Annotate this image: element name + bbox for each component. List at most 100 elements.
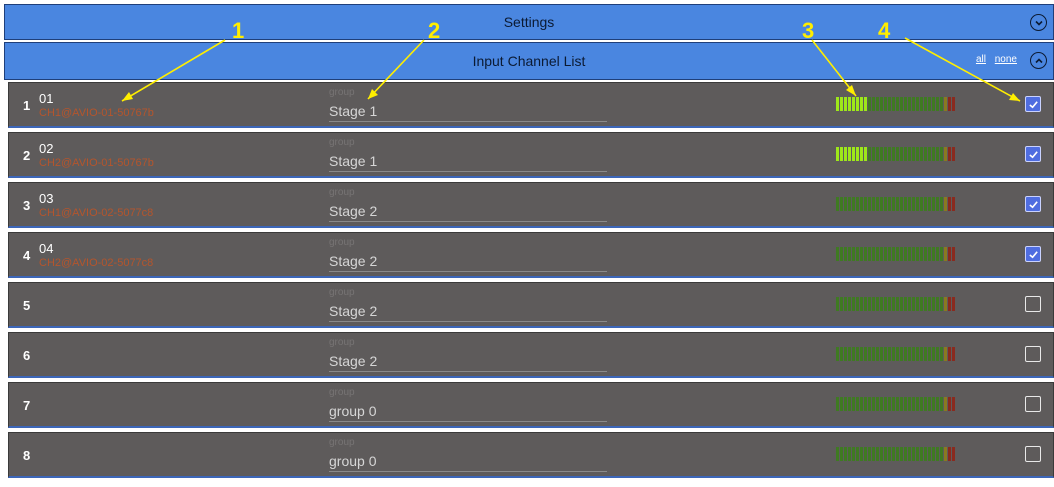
channel-checkbox[interactable]: [1025, 96, 1041, 112]
channel-source: CH2@AVIO-01-50767b: [39, 157, 154, 169]
meter-segment: [916, 97, 919, 111]
channel-checkbox[interactable]: [1025, 196, 1041, 212]
channel-name: 03: [39, 191, 54, 206]
meter-segment: [836, 447, 839, 461]
channel-checkbox[interactable]: [1025, 346, 1041, 362]
meter-segment: [892, 97, 895, 111]
channel-checkbox[interactable]: [1025, 446, 1041, 462]
level-meter: [836, 297, 964, 311]
level-meter: [836, 447, 964, 461]
meter-segment: [880, 447, 883, 461]
channel-row[interactable]: 8 group group 0: [8, 432, 1054, 478]
meter-segment: [888, 147, 891, 161]
channel-checkbox[interactable]: [1025, 146, 1041, 162]
annotation-1: 1: [232, 18, 245, 43]
meter-segment: [844, 247, 847, 261]
meter-segment: [928, 147, 931, 161]
meter-segment: [852, 447, 855, 461]
meter-segment: [852, 197, 855, 211]
group-field[interactable]: Stage 2: [329, 303, 607, 322]
annotation-3: 3: [802, 18, 815, 43]
channel-row[interactable]: 5 group Stage 2: [8, 282, 1054, 328]
channel-row[interactable]: 4 04 CH2@AVIO-02-5077c8 group Stage 2: [8, 232, 1054, 278]
meter-segment: [916, 347, 919, 361]
meter-segment: [888, 447, 891, 461]
meter-segment: [932, 347, 935, 361]
meter-segment: [904, 347, 907, 361]
meter-segment: [952, 397, 955, 411]
meter-segment: [868, 147, 871, 161]
meter-segment: [908, 347, 911, 361]
channel-checkbox[interactable]: [1025, 246, 1041, 262]
group-field[interactable]: group 0: [329, 453, 607, 472]
meter-segment: [896, 347, 899, 361]
meter-segment: [836, 97, 839, 111]
meter-segment: [876, 397, 879, 411]
meter-segment: [896, 397, 899, 411]
group-field[interactable]: Stage 2: [329, 353, 607, 372]
meter-segment: [856, 447, 859, 461]
meter-segment: [840, 347, 843, 361]
meter-segment: [868, 297, 871, 311]
meter-segment: [868, 247, 871, 261]
meter-segment: [912, 447, 915, 461]
meter-segment: [836, 297, 839, 311]
meter-segment: [860, 397, 863, 411]
meter-segment: [852, 347, 855, 361]
group-field[interactable]: group 0: [329, 403, 607, 422]
channel-row[interactable]: 7 group group 0: [8, 382, 1054, 428]
meter-segment: [856, 247, 859, 261]
meter-segment: [876, 197, 879, 211]
meter-segment: [952, 347, 955, 361]
meter-segment: [948, 197, 951, 211]
group-field[interactable]: Stage 2: [329, 253, 607, 272]
meter-segment: [904, 297, 907, 311]
channel-row[interactable]: 3 03 CH1@AVIO-02-5077c8 group Stage 2: [8, 182, 1054, 228]
meter-segment: [952, 97, 955, 111]
group-label: group: [329, 87, 355, 98]
meter-segment: [928, 347, 931, 361]
meter-segment: [908, 147, 911, 161]
meter-segment: [860, 447, 863, 461]
group-label: group: [329, 437, 355, 448]
settings-header[interactable]: Settings: [4, 4, 1054, 40]
channel-checkbox[interactable]: [1025, 296, 1041, 312]
channel-row[interactable]: 1 01 CH1@AVIO-01-50767b group Stage 1: [8, 82, 1054, 128]
meter-segment: [848, 147, 851, 161]
meter-segment: [936, 97, 939, 111]
meter-segment: [932, 147, 935, 161]
meter-segment: [872, 147, 875, 161]
group-field[interactable]: Stage 2: [329, 203, 607, 222]
meter-segment: [876, 347, 879, 361]
select-all-link[interactable]: all: [976, 54, 986, 65]
channel-row[interactable]: 2 02 CH2@AVIO-01-50767b group Stage 1: [8, 132, 1054, 178]
annotation-2: 2: [428, 18, 441, 43]
meter-segment: [840, 247, 843, 261]
collapse-channel-list-button[interactable]: [1030, 52, 1047, 69]
meter-segment: [944, 197, 947, 211]
group-label: group: [329, 287, 355, 298]
meter-segment: [856, 397, 859, 411]
meter-segment: [940, 447, 943, 461]
meter-segment: [928, 197, 931, 211]
meter-segment: [936, 447, 939, 461]
meter-segment: [912, 297, 915, 311]
meter-segment: [936, 147, 939, 161]
meter-segment: [888, 397, 891, 411]
collapse-settings-button[interactable]: [1030, 14, 1047, 31]
channel-row[interactable]: 6 group Stage 2: [8, 332, 1054, 378]
meter-segment: [948, 97, 951, 111]
meter-segment: [904, 147, 907, 161]
channel-checkbox[interactable]: [1025, 396, 1041, 412]
group-field[interactable]: Stage 1: [329, 153, 607, 172]
meter-segment: [852, 147, 855, 161]
meter-segment: [856, 97, 859, 111]
meter-segment: [848, 247, 851, 261]
select-none-link[interactable]: none: [995, 54, 1017, 65]
meter-segment: [928, 97, 931, 111]
group-field[interactable]: Stage 1: [329, 103, 607, 122]
meter-segment: [952, 297, 955, 311]
meter-segment: [928, 397, 931, 411]
meter-segment: [948, 447, 951, 461]
meter-segment: [872, 247, 875, 261]
